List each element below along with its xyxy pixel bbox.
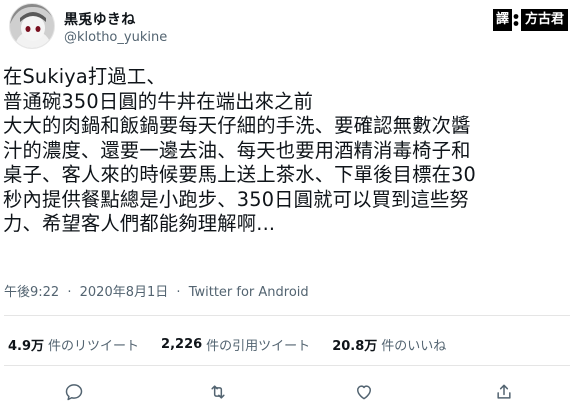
tweet-meta: 午後9:22 · 2020年8月1日 · Twitter for Android <box>4 281 309 300</box>
tweet-line: 桌子、客人來的時候要馬上送上茶水、下單後目標在30 <box>3 163 477 186</box>
tweet-source[interactable]: Twitter for Android <box>189 285 309 300</box>
retweet-icon <box>211 385 225 399</box>
like-icon <box>357 385 371 400</box>
divider <box>4 365 570 366</box>
meta-separator-2: · <box>176 285 181 300</box>
tweet-line: 汁的濃度、還要一邊去油、每天也要用酒精消毒椅子和 <box>3 138 471 162</box>
display-name[interactable]: 黒兎ゆきね <box>64 9 136 29</box>
likes-stat[interactable]: 20.8万 件のいいね <box>332 335 446 354</box>
badge-left-label: 譯 <box>492 9 512 31</box>
tweet-stats: 4.9万 件のリツイート 2,226 件の引用ツイート 20.8万 件のいいね <box>8 335 468 354</box>
tweet-date[interactable]: 2020年8月1日 <box>80 285 169 300</box>
tweet-time[interactable]: 午後9:22 <box>4 285 59 300</box>
user-handle[interactable]: @klotho_yukine <box>64 30 167 45</box>
like-button[interactable] <box>350 378 378 406</box>
quotes-stat[interactable]: 2,226 件の引用ツイート <box>161 335 310 354</box>
quotes-label: 件の引用ツイート <box>206 339 311 354</box>
badge-dot-icon <box>512 9 521 31</box>
tweet-line: 力、希望客人們都能夠理解啊... <box>3 212 276 235</box>
reply-button[interactable] <box>60 378 88 406</box>
likes-count: 20.8万 <box>332 339 378 354</box>
quotes-count: 2,226 <box>161 337 203 352</box>
likes-label: 件のいいね <box>381 339 447 354</box>
meta-separator-1: · <box>67 285 72 300</box>
retweets-stat[interactable]: 4.9万 件のリツイート <box>8 335 139 354</box>
translator-badge: 譯 方古君 <box>492 9 568 31</box>
share-icon <box>497 384 511 399</box>
reply-icon <box>65 384 83 401</box>
tweet-text: 在Sukiya打過工、 普通碗350日圓的牛丼在端出來之前 大大的肉鍋和飯鍋要每… <box>3 65 569 237</box>
tweet-line: 普通碗350日圓的牛丼在端出來之前 <box>3 89 314 113</box>
share-button[interactable] <box>490 378 518 406</box>
tweet-line: 大大的肉鍋和飯鍋要每天仔細的手洗、要確認無數次醬 <box>3 114 471 137</box>
badge-right-label: 方古君 <box>520 9 568 31</box>
tweet-header: 黒兎ゆきね @klotho_yukine 譯 方古君 <box>0 0 574 60</box>
retweets-label: 件のリツイート <box>48 339 140 354</box>
tweet-line: 秒內提供餐點總是小跑步、350日圓就可以買到這些努 <box>3 187 469 211</box>
divider <box>4 315 570 316</box>
avatar-image <box>10 4 54 48</box>
avatar[interactable] <box>9 3 55 49</box>
tweet-line: 在Sukiya打過工、 <box>3 65 166 88</box>
retweets-count: 4.9万 <box>8 339 45 354</box>
retweet-button[interactable] <box>204 378 232 406</box>
action-bar <box>0 378 574 406</box>
